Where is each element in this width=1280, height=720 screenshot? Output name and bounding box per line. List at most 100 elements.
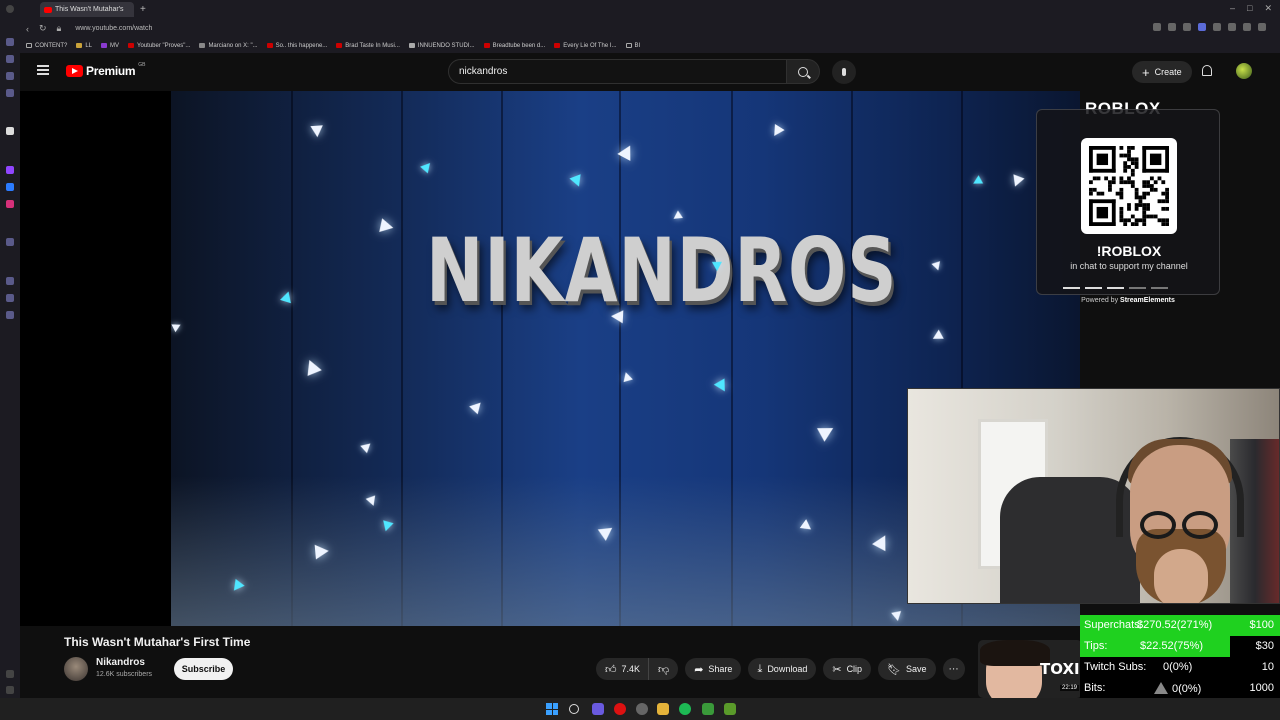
settings-icon[interactable] xyxy=(6,311,14,319)
glowing-shard xyxy=(314,543,330,560)
bookmark-item[interactable]: MV xyxy=(101,43,119,49)
xbox-icon[interactable] xyxy=(702,703,714,715)
back-icon[interactable]: ‹ xyxy=(26,24,29,34)
bookmark-item[interactable]: So.. this happene... xyxy=(266,43,327,49)
sidebar-app-icon[interactable] xyxy=(6,38,14,46)
glowing-shard xyxy=(769,124,785,139)
warning-icon xyxy=(1154,682,1168,694)
bookmark-item[interactable]: Brad Taste In Musi... xyxy=(336,43,400,49)
thumbs-down-icon: 👎︎ xyxy=(658,663,670,676)
glowing-shard xyxy=(302,357,322,376)
recommended-video-thumbnail[interactable]: TOXIC 22:19 xyxy=(978,640,1082,698)
twitch-icon[interactable] xyxy=(6,166,14,174)
url-field[interactable]: www.youtube.com/watch xyxy=(75,25,152,32)
stat-row: Bits: 0(0%) 1000 xyxy=(1080,678,1280,699)
voice-search-button[interactable] xyxy=(832,60,856,84)
glowing-shard xyxy=(930,329,944,344)
dislike-button[interactable]: 👎︎ xyxy=(648,658,679,680)
glowing-shard xyxy=(379,218,395,235)
new-tab-icon[interactable]: + xyxy=(140,4,146,15)
browser-sidebar xyxy=(0,0,20,698)
share-button[interactable]: ➦ Share xyxy=(685,658,742,680)
bookmark-item[interactable]: INNUENDO STUDI... xyxy=(408,43,475,49)
address-bar: ‹ ↻ 🔒︎ www.youtube.com/watch xyxy=(0,19,1280,38)
glasses xyxy=(1140,511,1176,539)
reload-icon[interactable]: ↻ xyxy=(39,23,47,34)
account-avatar[interactable] xyxy=(1236,63,1252,79)
sidebar-app-icon[interactable] xyxy=(6,72,14,80)
sidebar-app-icon[interactable] xyxy=(6,127,14,135)
download-button[interactable]: ⤓ Download xyxy=(748,658,817,680)
youtube-icon xyxy=(483,43,490,48)
create-button[interactable]: + Create xyxy=(1132,61,1192,83)
history-icon[interactable] xyxy=(6,277,14,285)
browser-tab[interactable]: This Wasn't Mutahar's xyxy=(40,2,134,17)
bookmark-item[interactable]: Youtuber "Proves"... xyxy=(128,43,190,49)
bookmark-item[interactable]: Every Lie Of The I... xyxy=(554,43,617,49)
taskbar-app-icon[interactable] xyxy=(592,703,604,715)
glowing-shard xyxy=(171,320,183,333)
browser-menu-icon[interactable] xyxy=(6,5,14,13)
clip-button[interactable]: ✂ Clip xyxy=(823,658,872,680)
thumbnail-text: TOXIC xyxy=(1040,660,1082,678)
taskbar-search-icon[interactable] xyxy=(569,704,579,714)
stat-label: Twitch Subs: xyxy=(1084,661,1147,673)
sidebar-app-icon[interactable] xyxy=(6,238,14,246)
bookmark-item[interactable]: CONTENT? xyxy=(26,43,67,49)
sidebar-app-icon[interactable] xyxy=(6,294,14,302)
taskbar-app-icon[interactable] xyxy=(636,703,648,715)
channel-name[interactable]: Nikandros xyxy=(96,657,145,668)
sidebar-more-icon[interactable] xyxy=(6,686,14,694)
extension-icon[interactable] xyxy=(1213,23,1221,31)
more-options-icon[interactable]: ⋯ xyxy=(942,658,965,680)
close-window-icon[interactable]: ✕ xyxy=(1264,3,1272,14)
taskbar-app-icon[interactable] xyxy=(724,703,736,715)
notifications-bell-icon[interactable] xyxy=(1202,65,1212,76)
screen: This Wasn't Mutahar's + – □ ✕ ‹ ↻ 🔒︎ www… xyxy=(0,0,1280,720)
stat-goal: 1000 xyxy=(1249,682,1274,694)
file-explorer-icon[interactable] xyxy=(657,703,669,715)
windows-start-icon[interactable] xyxy=(546,703,558,715)
bookmark-item[interactable]: LL xyxy=(76,43,92,49)
instagram-icon[interactable] xyxy=(6,200,14,208)
spotify-icon[interactable] xyxy=(679,703,691,715)
extension-icon[interactable] xyxy=(1168,23,1176,31)
messenger-icon[interactable] xyxy=(6,183,14,191)
zoom-icon[interactable] xyxy=(1153,23,1161,31)
stat-value: $22.52(75%) xyxy=(1140,640,1203,652)
extension-icon[interactable] xyxy=(1183,23,1191,31)
glowing-shard xyxy=(1009,174,1025,189)
menu-icon[interactable] xyxy=(37,65,49,75)
save-button[interactable]: 🔖︎ Save xyxy=(878,658,936,680)
stat-label: Tips: xyxy=(1084,640,1108,652)
play-icon[interactable] xyxy=(1228,23,1236,31)
bookmark-item[interactable]: BI xyxy=(625,43,640,49)
video-actions: 👍︎ 7.4K 👎︎ ➦ Share ⤓ Download ✂ Clip 🔖︎ … xyxy=(596,658,965,680)
youtube-premium-logo[interactable]: Premium GB xyxy=(66,62,146,78)
glowing-shard xyxy=(569,174,585,189)
bookmarks-bar: CONTENT? LL MV Youtuber "Proves"... Marc… xyxy=(0,38,1280,53)
like-button[interactable]: 👍︎ 7.4K xyxy=(596,658,649,680)
search-input[interactable] xyxy=(459,66,749,77)
subscribe-button[interactable]: Subscribe xyxy=(174,658,233,680)
search-button[interactable] xyxy=(786,59,820,84)
logo-text: Premium xyxy=(86,64,136,78)
youtube-header: Premium GB ✕ + Create xyxy=(20,53,1280,91)
shield-icon[interactable] xyxy=(1198,23,1206,31)
channel-avatar[interactable] xyxy=(64,657,88,681)
heart-icon[interactable] xyxy=(1243,23,1251,31)
download-icon[interactable] xyxy=(1258,23,1266,31)
region-code: GB xyxy=(138,62,146,68)
maximize-icon[interactable]: □ xyxy=(1247,3,1252,14)
sidebar-app-icon[interactable] xyxy=(6,55,14,63)
download-icon: ⤓ xyxy=(757,662,763,675)
sidebar-more-icon[interactable] xyxy=(6,670,14,678)
minimize-icon[interactable]: – xyxy=(1230,3,1235,14)
folder-icon xyxy=(26,43,32,48)
bookmark-item[interactable]: Marciano on X: "... xyxy=(199,43,258,49)
video-duration: 22:19 xyxy=(1060,685,1080,691)
opera-icon[interactable] xyxy=(614,703,626,715)
glowing-shard xyxy=(931,261,943,272)
bookmark-item[interactable]: Breadtube been d... xyxy=(483,43,545,49)
sidebar-app-icon[interactable] xyxy=(6,89,14,97)
